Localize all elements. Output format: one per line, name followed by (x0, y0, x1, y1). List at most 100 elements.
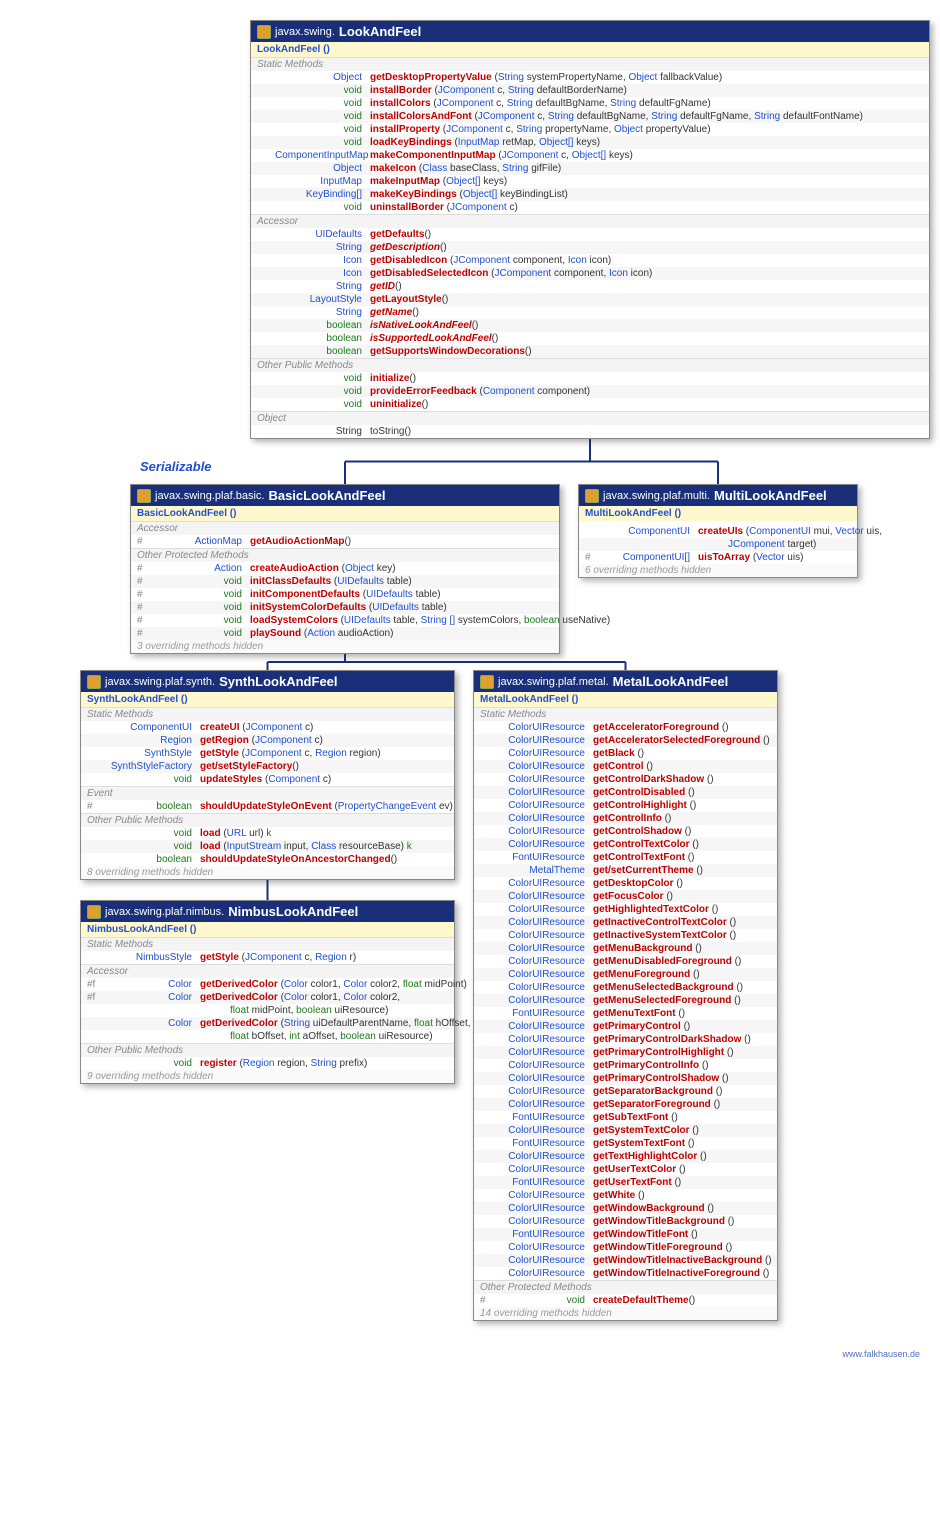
class-header: javax.swing.plaf.metal.MetalLookAndFeel (474, 671, 777, 692)
method-row: ColorUIResourcegetMenuForeground () (474, 968, 777, 981)
method-row: ColorUIResourcegetUserTextColor () (474, 1163, 777, 1176)
method-row: #voidinitComponentDefaults (UIDefaults t… (131, 588, 559, 601)
class-icon (257, 25, 271, 39)
method-row: ColorUIResourcegetControlTextColor () (474, 838, 777, 851)
method-row: ColorUIResourcegetControlDisabled () (474, 786, 777, 799)
constructor: MetalLookAndFeel () (474, 692, 777, 707)
method-row: ColorUIResourcegetWindowTitleBackground … (474, 1215, 777, 1228)
constructor: LookAndFeel () (251, 42, 929, 57)
method-row: ColorUIResourcegetWindowTitleForeground … (474, 1241, 777, 1254)
class-header: javax.swing.plaf.multi.MultiLookAndFeel (579, 485, 857, 506)
method-row: booleangetSupportsWindowDecorations() (251, 345, 929, 358)
method-row: ColorUIResourcegetControlHighlight () (474, 799, 777, 812)
method-row: ColorUIResourcegetDesktopColor () (474, 877, 777, 890)
method-list: voidregister (Region region, String pref… (81, 1057, 454, 1070)
method-row: #booleanshouldUpdateStyleOnEvent (Proper… (81, 800, 454, 813)
method-row: #voidloadSystemColors (UIDefaults table,… (131, 614, 559, 627)
hidden-note: 6 overriding methods hidden (579, 564, 857, 577)
class-box-metallookandfeel: javax.swing.plaf.metal.MetalLookAndFeel … (473, 670, 778, 1321)
class-header: javax.swing.LookAndFeel (251, 21, 929, 42)
method-row: ColorUIResourcegetTextHighlightColor () (474, 1150, 777, 1163)
method-row: ColorUIResourcegetMenuDisabledForeground… (474, 955, 777, 968)
method-row: ColorUIResourcegetAcceleratorSelectedFor… (474, 734, 777, 747)
constructor: MultiLookAndFeel () (579, 506, 857, 521)
method-row-cont: JComponent target) (579, 538, 857, 551)
section-label: Accessor (131, 521, 559, 535)
method-list: UIDefaultsgetDefaults()StringgetDescript… (251, 228, 929, 358)
method-row: SynthStyleFactoryget/setStyleFactory() (81, 760, 454, 773)
method-row: LayoutStylegetLayoutStyle() (251, 293, 929, 306)
method-row: ColorUIResourcegetPrimaryControlInfo () (474, 1059, 777, 1072)
method-row: FontUIResourcegetSystemTextFont () (474, 1137, 777, 1150)
method-list: ComponentUIcreateUI (JComponent c)Region… (81, 721, 454, 786)
method-row: FontUIResourcegetControlTextFont () (474, 851, 777, 864)
method-row: KeyBinding[]makeKeyBindings (Object[] ke… (251, 188, 929, 201)
method-row: ColorUIResourcegetControlInfo () (474, 812, 777, 825)
method-row: #ActioncreateAudioAction (Object key) (131, 562, 559, 575)
method-row: voidinitialize() (251, 372, 929, 385)
section-label: Other Public Methods (251, 358, 929, 372)
section-label: Accessor (81, 964, 454, 978)
method-row: ColorUIResourcegetWindowTitleInactiveBac… (474, 1254, 777, 1267)
method-row: ObjectmakeIcon (Class baseClass, String … (251, 162, 929, 175)
class-header: javax.swing.plaf.basic.BasicLookAndFeel (131, 485, 559, 506)
method-list: ComponentUIcreateUIs (ComponentUI mui, V… (579, 521, 857, 564)
method-row: ColorUIResourcegetInactiveControlTextCol… (474, 916, 777, 929)
method-row: voiduninstallBorder (JComponent c) (251, 201, 929, 214)
method-list: voidload (URL url) kvoidload (InputStrea… (81, 827, 454, 866)
method-row: StringtoString() (251, 425, 929, 438)
method-row: ColorUIResourcegetBlack () (474, 747, 777, 760)
method-row: ColorUIResourcegetSystemTextColor () (474, 1124, 777, 1137)
method-list: ColorUIResourcegetAcceleratorForeground … (474, 721, 777, 1280)
method-row: FontUIResourcegetUserTextFont () (474, 1176, 777, 1189)
section-label: Static Methods (251, 57, 929, 71)
class-icon (585, 489, 599, 503)
method-row: voidinstallBorder (JComponent c, String … (251, 84, 929, 97)
class-box-lookandfeel: javax.swing.LookAndFeel LookAndFeel () S… (250, 20, 930, 439)
method-row: booleanshouldUpdateStyleOnAncestorChange… (81, 853, 454, 866)
method-row: voidupdateStyles (Component c) (81, 773, 454, 786)
method-row: ColorUIResourcegetControlDarkShadow () (474, 773, 777, 786)
hidden-note: 8 overriding methods hidden (81, 866, 454, 879)
section-label: Static Methods (81, 937, 454, 951)
class-box-synthlookandfeel: javax.swing.plaf.synth.SynthLookAndFeel … (80, 670, 455, 880)
method-row: ColorUIResourcegetControl () (474, 760, 777, 773)
method-row: ColorUIResourcegetPrimaryControlHighligh… (474, 1046, 777, 1059)
method-row: voidload (InputStream input, Class resou… (81, 840, 454, 853)
class-box-multilookandfeel: javax.swing.plaf.multi.MultiLookAndFeel … (578, 484, 858, 578)
method-row: ColorUIResourcegetAcceleratorForeground … (474, 721, 777, 734)
method-row: ComponentUIcreateUIs (ComponentUI mui, V… (579, 525, 857, 538)
method-list: #ActioncreateAudioAction (Object key)#vo… (131, 562, 559, 640)
method-row: ColorUIResourcegetSeparatorBackground () (474, 1085, 777, 1098)
method-row: ColorUIResourcegetWindowBackground () (474, 1202, 777, 1215)
class-header: javax.swing.plaf.nimbus.NimbusLookAndFee… (81, 901, 454, 922)
method-list: voidinitialize()voidprovideErrorFeedback… (251, 372, 929, 411)
method-row: ColorUIResourcegetHighlightedTextColor (… (474, 903, 777, 916)
class-icon (87, 905, 101, 919)
method-row: ColorUIResourcegetControlShadow () (474, 825, 777, 838)
class-box-basiclookandfeel: javax.swing.plaf.basic.BasicLookAndFeel … (130, 484, 560, 654)
method-row: voiduninitialize() (251, 398, 929, 411)
method-row: UIDefaultsgetDefaults() (251, 228, 929, 241)
hidden-note: 3 overriding methods hidden (131, 640, 559, 653)
method-list: StringtoString() (251, 425, 929, 438)
method-row: NimbusStylegetStyle (JComponent c, Regio… (81, 951, 454, 964)
method-row: ColorUIResourcegetMenuSelectedForeground… (474, 994, 777, 1007)
method-row: StringgetDescription() (251, 241, 929, 254)
method-row: FontUIResourcegetMenuTextFont () (474, 1007, 777, 1020)
serializable-label: Serializable (140, 459, 920, 474)
method-row: ColorUIResourcegetMenuBackground () (474, 942, 777, 955)
method-row: #voidinitClassDefaults (UIDefaults table… (131, 575, 559, 588)
method-list: ObjectgetDesktopPropertyValue (String sy… (251, 71, 929, 214)
class-header: javax.swing.plaf.synth.SynthLookAndFeel (81, 671, 454, 692)
credit-link[interactable]: www.falkhausen.de (20, 1349, 920, 1359)
diagram-container: javax.swing.LookAndFeel LookAndFeel () S… (20, 20, 920, 1329)
method-row: ColorUIResourcegetInactiveSystemTextColo… (474, 929, 777, 942)
method-list: #booleanshouldUpdateStyleOnEvent (Proper… (81, 800, 454, 813)
method-row: IcongetDisabledIcon (JComponent componen… (251, 254, 929, 267)
method-row: voidinstallProperty (JComponent c, Strin… (251, 123, 929, 136)
class-icon (137, 489, 151, 503)
method-row: voidprovideErrorFeedback (Component comp… (251, 385, 929, 398)
method-row: voidinstallColorsAndFont (JComponent c, … (251, 110, 929, 123)
section-label: Accessor (251, 214, 929, 228)
